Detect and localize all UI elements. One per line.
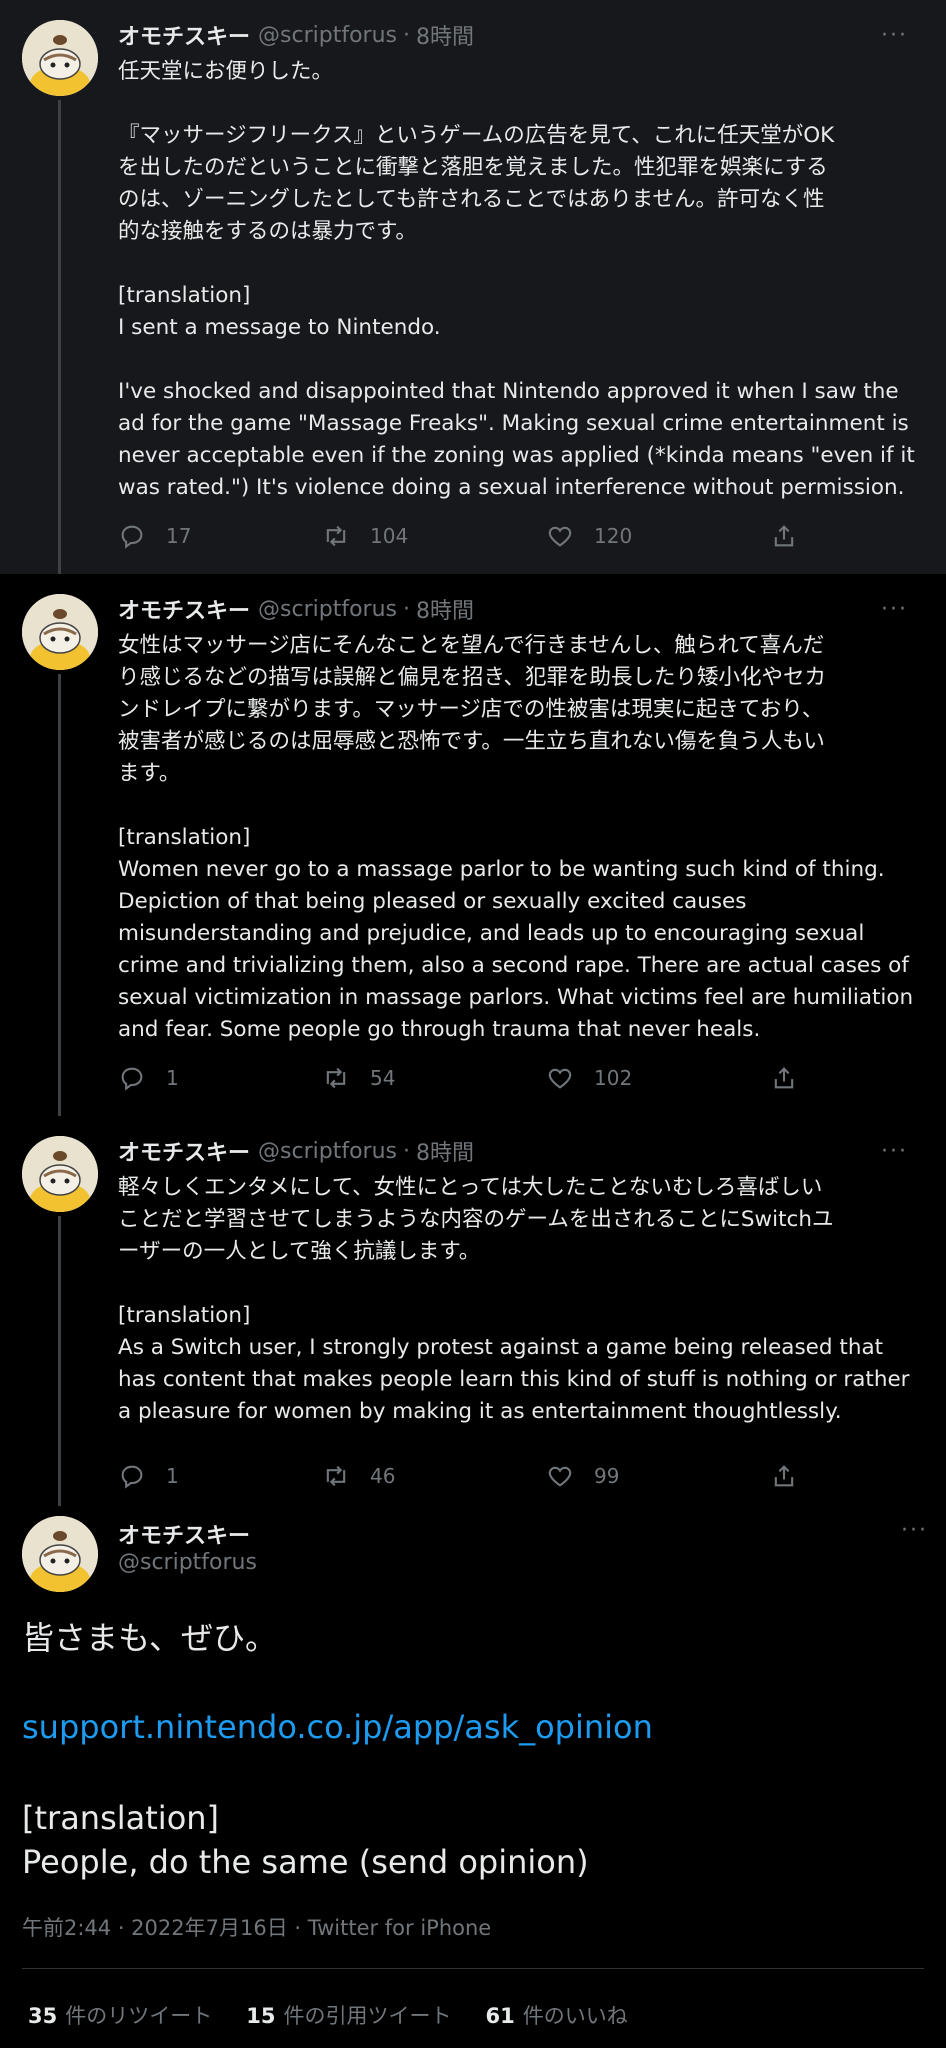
tweet-paragraph: [translation] As a Switch user, I strong… xyxy=(118,1303,910,1424)
quotes-count: 15 xyxy=(246,2004,276,2028)
reply-count: 1 xyxy=(166,1066,179,1090)
tweet-paragraph: I've shocked and disappointed that Ninte… xyxy=(118,379,915,500)
like-button[interactable]: 120 xyxy=(546,522,632,550)
engagement-stats: 35 件のリツイート 15 件の引用ツイート 61 件のいいね xyxy=(28,2000,662,2030)
tweet-paragraph: 軽々しくエンタメにして、女性にとっては大したことないむしろ喜ばしい ことだと学習… xyxy=(118,1175,834,1264)
tweet-text: 軽々しくエンタメにして、女性にとっては大したことないむしろ喜ばしい ことだと学習… xyxy=(118,1172,926,1428)
tweet[interactable]: オモチスキー @scriptforus · 8時間 ··· 女性はマッサージ店に… xyxy=(0,574,946,1116)
thread-line xyxy=(58,100,61,574)
display-name[interactable]: オモチスキー xyxy=(118,593,250,625)
support-link[interactable]: support.nintendo.co.jp/app/ask_opinion xyxy=(22,1708,653,1746)
heart-icon xyxy=(548,1466,572,1487)
tweet-paragraph: 任天堂にお便りした。 xyxy=(118,59,334,84)
separator: · xyxy=(402,596,410,622)
tweet-actions: 1 46 99 xyxy=(118,1462,818,1496)
username[interactable]: @scriptforus xyxy=(258,1139,397,1164)
tweet-header: オモチスキー @scriptforus · 8時間 ··· xyxy=(118,18,926,52)
tweet-text: 任天堂にお便りした。 『マッサージフリークス』というゲームの広告を見て、これに任… xyxy=(118,56,926,504)
tweet-paragraph: [translation] I sent a message to Ninten… xyxy=(118,283,441,340)
display-name[interactable]: オモチスキー xyxy=(118,1518,250,1550)
tweet-text: 女性はマッサージ店にそんなことを望んで行きませんし、触られて喜んだ り感じるなど… xyxy=(118,630,926,1046)
avatar[interactable] xyxy=(22,1516,98,1592)
tweet-paragraph: 『マッサージフリークス』というゲームの広告を見て、これに任天堂がOK を出したの… xyxy=(118,123,835,244)
avatar[interactable] xyxy=(22,20,98,96)
share-icon xyxy=(774,1465,794,1487)
reply-icon xyxy=(121,1465,143,1489)
like-count: 120 xyxy=(594,524,633,548)
reply-button[interactable]: 1 xyxy=(118,1064,179,1092)
retweets-count: 35 xyxy=(28,2004,58,2028)
separator: · xyxy=(402,1138,410,1164)
main-tweet-translation: [translation] People, do the same (send … xyxy=(22,1799,589,1881)
tweet-header: オモチスキー @scriptforus · 8時間 ··· xyxy=(118,592,926,626)
retweet-count: 104 xyxy=(370,524,409,548)
avatar[interactable] xyxy=(22,594,98,670)
share-icon xyxy=(774,1067,794,1089)
reply-icon xyxy=(121,1067,143,1091)
like-count: 102 xyxy=(594,1066,633,1090)
share-button[interactable] xyxy=(770,522,818,550)
retweet-button[interactable]: 54 xyxy=(322,1064,395,1092)
more-icon[interactable]: ··· xyxy=(881,1139,908,1164)
separator: · xyxy=(402,22,410,48)
more-icon[interactable]: ··· xyxy=(881,597,908,622)
tweet-actions: 17 104 120 xyxy=(118,522,818,556)
reply-icon xyxy=(121,525,143,549)
like-button[interactable]: 99 xyxy=(546,1462,619,1490)
display-name[interactable]: オモチスキー xyxy=(118,19,250,51)
quotes-label: 件の引用ツイート xyxy=(283,2004,452,2028)
like-button[interactable]: 102 xyxy=(546,1064,632,1092)
reply-count: 1 xyxy=(166,1464,179,1488)
heart-icon xyxy=(548,1068,572,1089)
retweets-label: 件のリツイート xyxy=(65,2004,213,2028)
heart-icon xyxy=(548,526,572,547)
reply-button[interactable]: 17 xyxy=(118,522,191,550)
username[interactable]: @scriptforus xyxy=(118,1550,257,1575)
quotes-stat[interactable]: 15 件の引用ツイート xyxy=(246,2000,451,2030)
display-name[interactable]: オモチスキー xyxy=(118,1135,250,1167)
more-icon[interactable]: ··· xyxy=(901,1518,928,1543)
tweet[interactable]: オモチスキー @scriptforus · 8時間 ··· 軽々しくエンタメにし… xyxy=(0,1116,946,1506)
username[interactable]: @scriptforus xyxy=(258,597,397,622)
thread-line xyxy=(58,674,61,1116)
username[interactable]: @scriptforus xyxy=(258,23,397,48)
reply-button[interactable]: 1 xyxy=(118,1462,179,1490)
retweet-count: 46 xyxy=(370,1464,396,1488)
retweet-icon xyxy=(326,525,346,547)
timestamp[interactable]: 8時間 xyxy=(416,593,474,625)
divider xyxy=(22,1968,924,1969)
retweet-icon xyxy=(326,1465,346,1487)
retweet-button[interactable]: 46 xyxy=(322,1462,395,1490)
retweet-count: 54 xyxy=(370,1066,396,1090)
timestamp[interactable]: 8時間 xyxy=(416,1135,474,1167)
tweet-header: オモチスキー @scriptforus · 8時間 ··· xyxy=(118,1134,926,1168)
tweet-paragraph: [translation] Women never go to a massag… xyxy=(118,825,914,1042)
tweet-actions: 1 54 102 xyxy=(118,1064,818,1098)
avatar[interactable] xyxy=(22,1136,98,1212)
share-button[interactable] xyxy=(770,1462,818,1490)
likes-count: 61 xyxy=(485,2004,515,2028)
thread-line xyxy=(58,1216,61,1506)
tweet-paragraph: 女性はマッサージ店にそんなことを望んで行きませんし、触られて喜んだ り感じるなど… xyxy=(118,633,826,786)
main-tweet-text: 皆さまも、ぜひ。 xyxy=(22,1619,278,1657)
likes-label: 件のいいね xyxy=(522,2004,628,2028)
more-icon[interactable]: ··· xyxy=(881,23,908,48)
share-button[interactable] xyxy=(770,1064,818,1092)
tweet[interactable]: オモチスキー @scriptforus · 8時間 ··· 任天堂にお便りした。… xyxy=(0,0,946,574)
retweet-button[interactable]: 104 xyxy=(322,522,408,550)
like-count: 99 xyxy=(594,1464,620,1488)
retweet-icon xyxy=(326,1067,346,1089)
tweet-meta[interactable]: 午前2:44 · 2022年7月16日 · Twitter for iPhone xyxy=(22,1912,491,1942)
share-icon xyxy=(774,525,794,547)
reply-count: 17 xyxy=(166,524,192,548)
likes-stat[interactable]: 61 件のいいね xyxy=(485,2000,627,2030)
timestamp[interactable]: 8時間 xyxy=(416,19,474,51)
retweets-stat[interactable]: 35 件のリツイート xyxy=(28,2000,212,2030)
